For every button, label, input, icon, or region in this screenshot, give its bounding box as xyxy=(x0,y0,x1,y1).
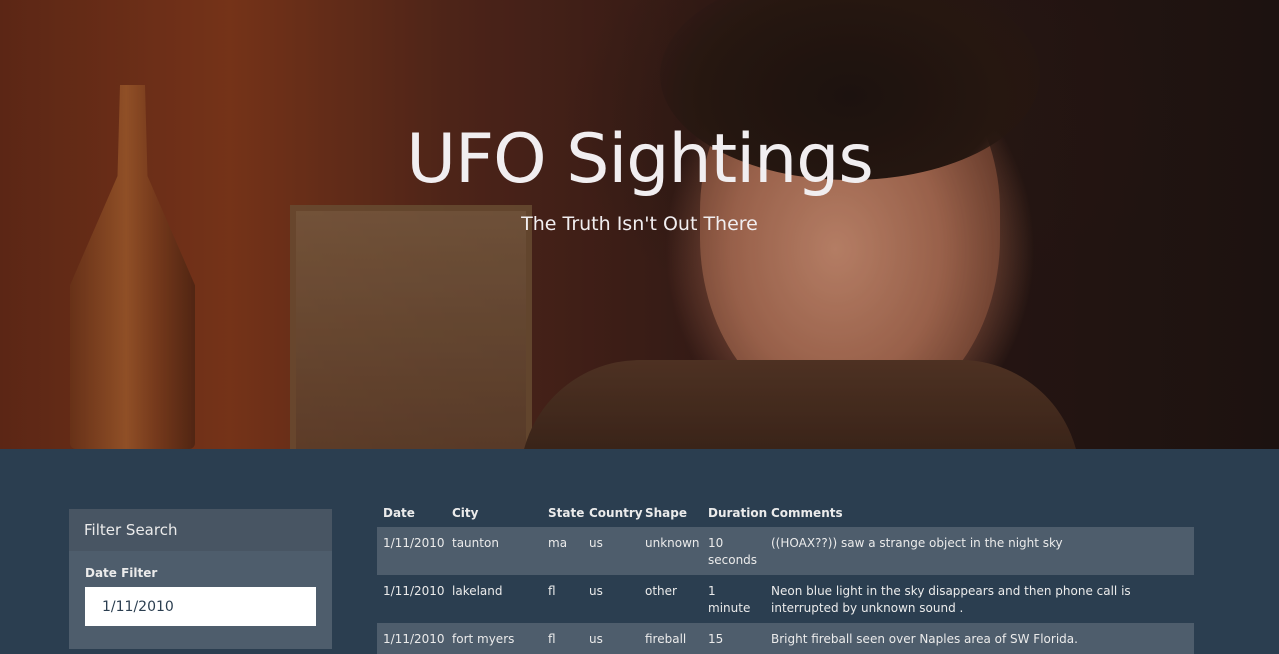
hero-banner: UFO Sightings The Truth Isn't Out There xyxy=(0,0,1279,449)
cell-comments: Bright fireball seen over Naples area of… xyxy=(765,623,1194,654)
cell-city: taunton xyxy=(446,527,542,575)
column-header-country[interactable]: Country xyxy=(583,499,643,527)
cell-city: lakeland xyxy=(452,584,503,598)
sightings-table-container: Date City State Country Shape Duration C… xyxy=(377,499,1194,654)
column-header-duration[interactable]: Duration xyxy=(702,499,767,527)
filter-panel-header: Filter Search xyxy=(69,509,332,551)
filter-panel: Filter Search Date Filter xyxy=(69,509,332,649)
cell-duration: 10 seconds xyxy=(702,527,765,575)
cell-country: us xyxy=(589,584,603,598)
cell-state: ma xyxy=(542,527,583,575)
sightings-table: Date City State Country Shape Duration C… xyxy=(377,499,1194,654)
date-filter-input[interactable] xyxy=(85,587,316,626)
column-header-shape[interactable]: Shape xyxy=(639,499,702,527)
cell-country: us xyxy=(583,623,639,654)
page-subtitle: The Truth Isn't Out There xyxy=(521,213,758,235)
cell-duration: 15 xyxy=(702,623,765,654)
cell-date: 1/11/2010 xyxy=(377,527,446,575)
page-title: UFO Sightings xyxy=(406,120,874,199)
table-row: 1/11/2010 lakeland fl us other 1 minute … xyxy=(377,575,1194,623)
column-header-state[interactable]: State xyxy=(542,499,584,527)
cell-date: 1/11/2010 xyxy=(377,623,446,654)
cell-shape: unknown xyxy=(639,527,702,575)
date-filter-label: Date Filter xyxy=(85,566,158,580)
cell-city: fort myers xyxy=(446,623,542,654)
cell-date: 1/11/2010 xyxy=(383,584,445,598)
cell-state: fl xyxy=(542,623,583,654)
column-header-date[interactable]: Date xyxy=(377,499,446,527)
cell-comments: ((HOAX??)) saw a strange object in the n… xyxy=(765,527,1194,575)
column-header-comments[interactable]: Comments xyxy=(765,499,1194,527)
table-header-row: Date City State Country Shape Duration C… xyxy=(377,499,1194,527)
table-row: 1/11/2010 taunton ma us unknown 10 secon… xyxy=(377,527,1194,575)
cell-state: fl xyxy=(548,584,556,598)
cell-country: us xyxy=(583,527,639,575)
cell-shape: fireball xyxy=(639,623,702,654)
column-header-city[interactable]: City xyxy=(446,499,542,527)
table-row: 1/11/2010 fort myers fl us fireball 15 B… xyxy=(377,623,1194,654)
cell-shape: other xyxy=(645,584,677,598)
cell-comments: Neon blue light in the sky disappears an… xyxy=(771,584,1131,615)
cell-duration: 1 minute xyxy=(708,584,751,615)
